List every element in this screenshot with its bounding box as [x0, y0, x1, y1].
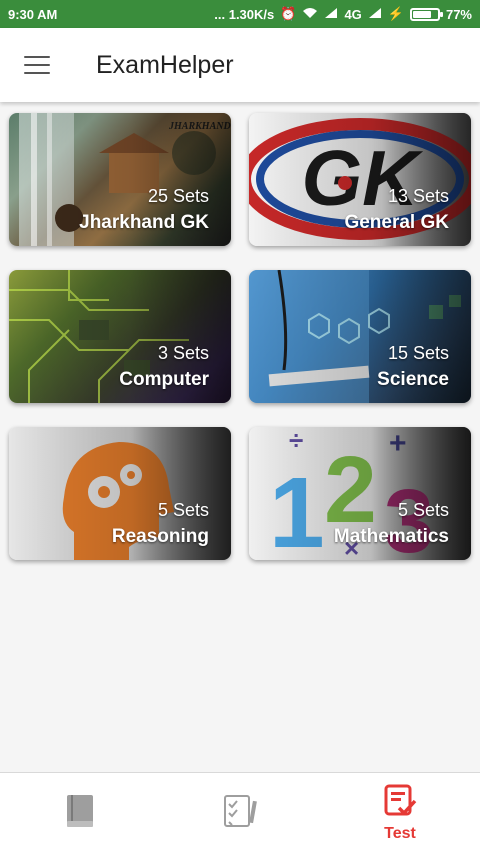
- category-card-science[interactable]: 15 Sets Science: [249, 270, 471, 403]
- alarm-icon: ⏰: [280, 6, 297, 21]
- hamburger-menu-icon[interactable]: [24, 56, 50, 74]
- category-card-computer[interactable]: 3 Sets Computer: [9, 270, 231, 403]
- category-card-reasoning[interactable]: 5 Sets Reasoning: [9, 427, 231, 560]
- battery-icon: [409, 7, 443, 21]
- category-card-mathematics[interactable]: 1 2 3 ÷ + × 5 Sets Mathematics: [249, 427, 471, 560]
- status-time: 9:30 AM: [8, 6, 58, 22]
- battery-percent: 77%: [445, 6, 472, 22]
- app-title: ExamHelper: [96, 50, 234, 79]
- signal-icon-2: [368, 7, 382, 22]
- category-grid: JHARKHAND 25 Sets Jharkhand GK GK 13 Set…: [9, 113, 471, 560]
- card-title: Mathematics: [333, 526, 449, 547]
- nav-item-checklist[interactable]: [160, 773, 320, 853]
- nav-item-test[interactable]: Test: [320, 773, 480, 853]
- card-sets: 15 Sets: [387, 343, 449, 363]
- status-bar: 9:30 AM ... 1.30K/s ⏰ 4G ⚡ 77%: [0, 0, 480, 28]
- nav-label-test: Test: [384, 824, 416, 842]
- charging-icon: ⚡: [387, 6, 404, 21]
- bottom-nav: Test: [0, 772, 480, 853]
- card-title: Computer: [119, 369, 209, 390]
- card-title: General GK: [344, 212, 449, 233]
- network-type: 4G: [344, 6, 362, 22]
- net-speed: ... 1.30K/s: [214, 6, 275, 22]
- nav-item-book[interactable]: [0, 773, 160, 853]
- book-icon: [64, 793, 96, 834]
- card-sets: 5 Sets: [157, 500, 209, 520]
- status-indicators: ... 1.30K/s ⏰ 4G ⚡ 77%: [214, 6, 472, 22]
- test-icon: [383, 784, 417, 823]
- card-title: Reasoning: [111, 526, 209, 547]
- card-sets: 13 Sets: [387, 186, 449, 206]
- card-sets: 5 Sets: [397, 500, 449, 520]
- category-card-general-gk[interactable]: GK 13 Sets General GK: [249, 113, 471, 246]
- wifi-icon: [302, 7, 318, 22]
- signal-icon: [324, 7, 338, 22]
- card-title: Science: [377, 369, 449, 390]
- app-bar: ExamHelper: [0, 28, 480, 102]
- category-card-jharkhand-gk[interactable]: JHARKHAND 25 Sets Jharkhand GK: [9, 113, 231, 246]
- card-title: Jharkhand GK: [79, 212, 209, 233]
- card-sets: 3 Sets: [157, 343, 209, 363]
- card-sets: 25 Sets: [147, 186, 209, 206]
- checklist-icon: [222, 793, 258, 834]
